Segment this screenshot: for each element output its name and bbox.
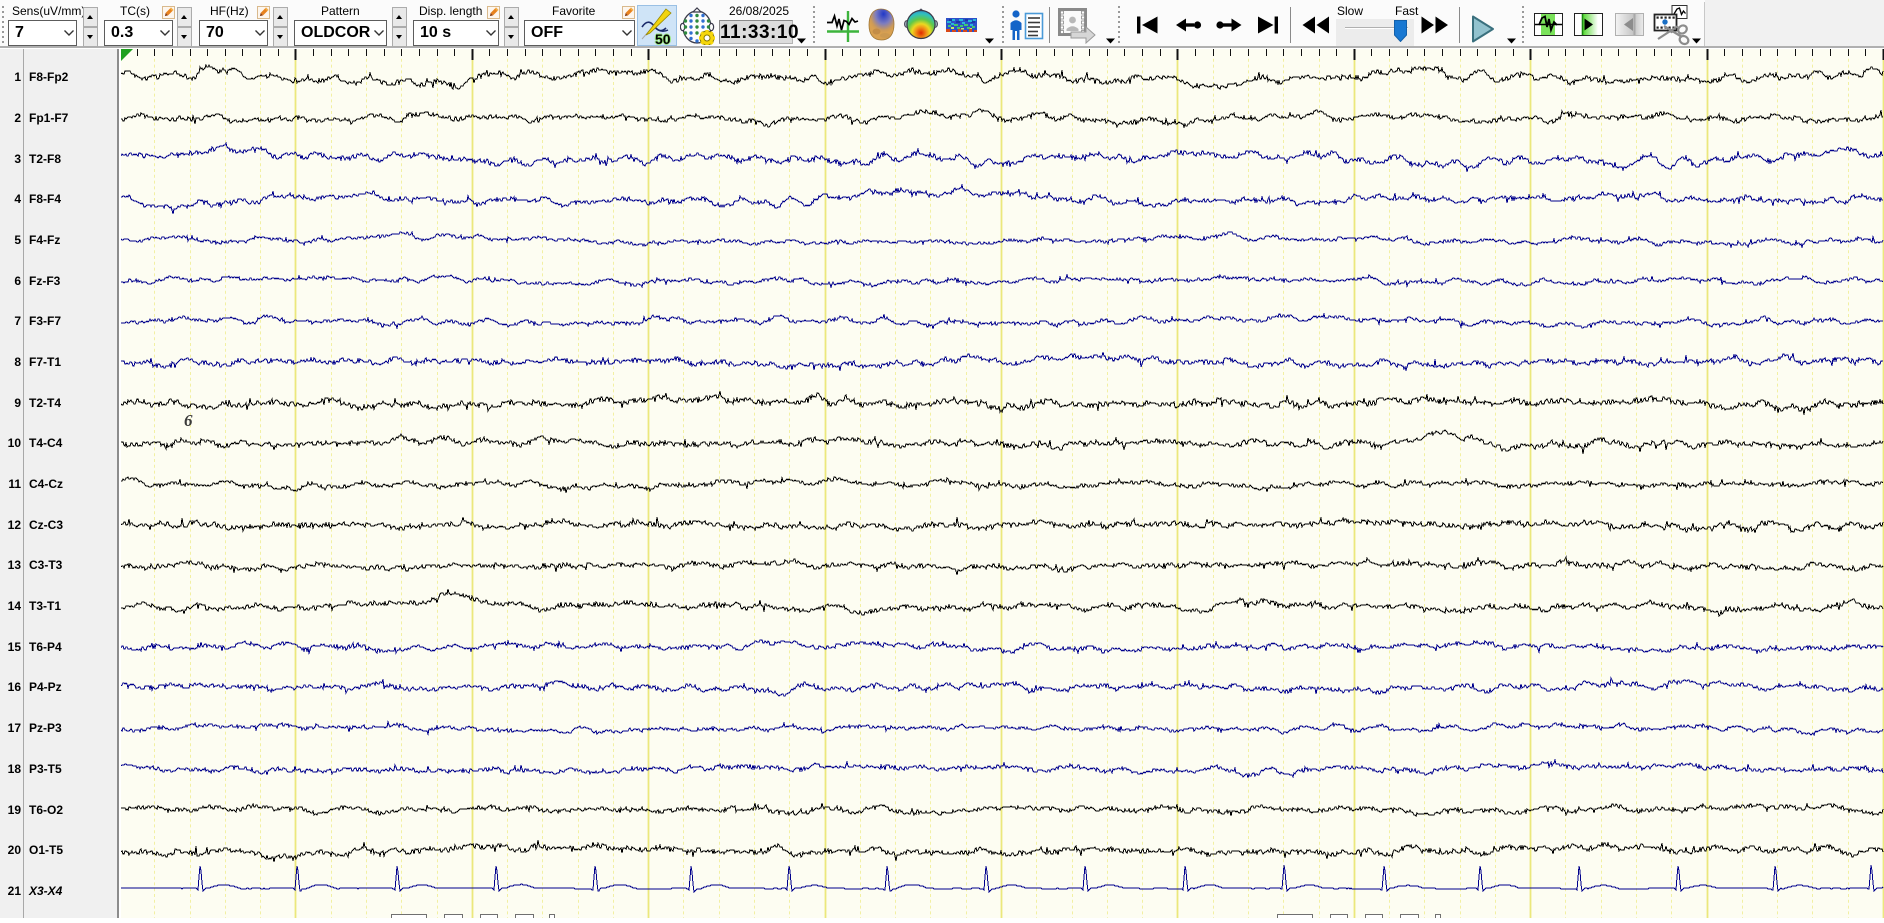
svg-text:6: 6 bbox=[184, 411, 193, 430]
